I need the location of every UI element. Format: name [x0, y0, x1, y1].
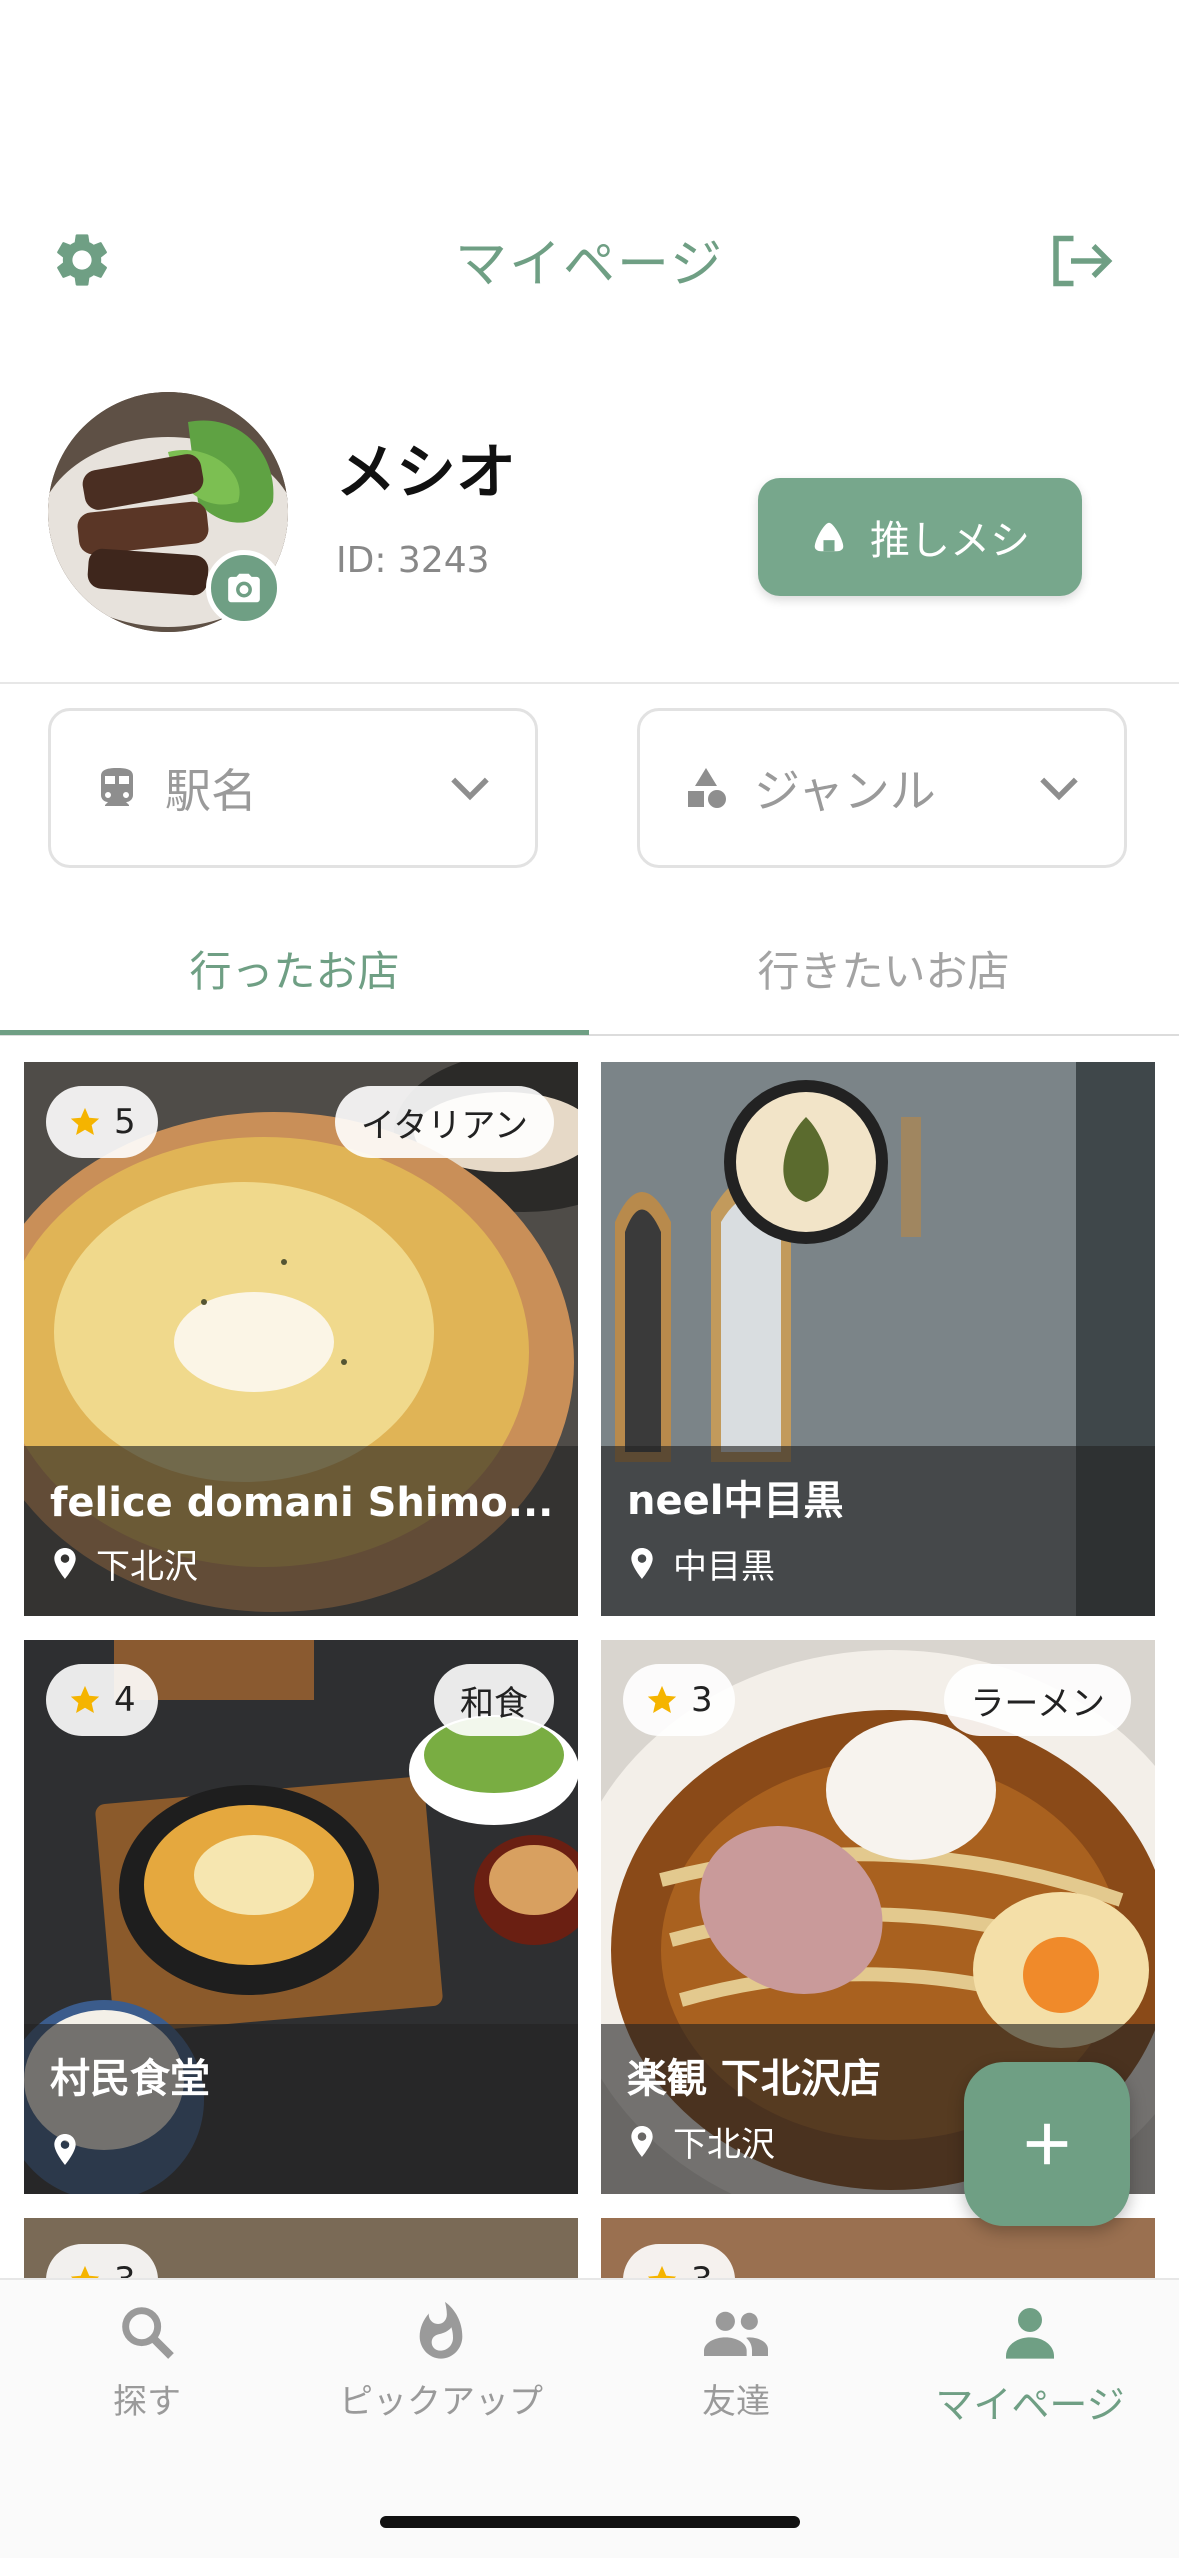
add-restaurant-button[interactable] — [964, 2062, 1130, 2226]
nav-label: 探す — [113, 2382, 181, 2422]
restaurant-card[interactable]: 5 イタリアン felice domani Shimo... 下北沢 — [24, 1062, 578, 1616]
rating-badge: 3 — [46, 2244, 158, 2278]
location-pin-icon — [631, 2125, 653, 2157]
rating-value: 3 — [114, 2260, 136, 2278]
search-icon — [122, 2307, 174, 2359]
page-title: マイページ — [455, 235, 724, 295]
station-filter-label: 駅名 — [165, 764, 257, 818]
restaurant-location — [52, 2134, 96, 2166]
onigiri-icon — [814, 522, 844, 552]
star-icon — [70, 1685, 100, 1714]
user-id: ID: 3243 — [336, 540, 490, 581]
restaurant-card[interactable]: 4 和食 村民食堂 — [24, 1640, 578, 2194]
camera-icon — [228, 573, 260, 603]
train-icon — [101, 768, 133, 806]
station-filter-select[interactable]: 駅名 — [48, 708, 538, 868]
genre-badge: ラーメン — [944, 1664, 1131, 1736]
user-name: メシオ — [336, 438, 516, 508]
change-photo-button[interactable] — [206, 550, 282, 626]
star-icon — [647, 2265, 677, 2278]
star-icon — [647, 1685, 677, 1714]
restaurant-name: 村民食堂 — [50, 2056, 210, 2102]
rating-badge: 3 — [623, 1664, 735, 1736]
restaurant-card[interactable]: neel中目黒 中目黒 — [601, 1062, 1155, 1616]
home-indicator — [380, 2516, 800, 2528]
shapes-icon — [688, 768, 726, 808]
oshi-meshi-button[interactable]: 推しメシ — [758, 478, 1082, 596]
nav-item-mypage[interactable]: マイページ — [883, 2300, 1177, 2429]
rating-value: 3 — [691, 1680, 713, 1720]
rating-value: 3 — [691, 2260, 713, 2278]
genre-badge: イタリアン — [334, 1086, 554, 1158]
genre-filter-select[interactable]: ジャンル — [637, 708, 1127, 868]
nav-label: ピックアップ — [339, 2382, 543, 2422]
flame-icon — [419, 2301, 463, 2359]
nav-item-pickup[interactable]: ピックアップ — [294, 2300, 588, 2423]
restaurant-location: 下北沢 — [629, 2117, 775, 2166]
logout-icon[interactable] — [1046, 230, 1116, 292]
restaurant-location: 中目黒 — [629, 1539, 775, 1588]
nav-item-friends[interactable]: 友達 — [589, 2300, 883, 2423]
genre-badge: 和食 — [434, 1664, 554, 1736]
nav-label: マイページ — [935, 2383, 1125, 2427]
person-icon — [1006, 2308, 1054, 2359]
rating-badge: 5 — [46, 1086, 158, 1158]
nav-label: 友達 — [702, 2382, 770, 2422]
plus-icon — [1026, 2123, 1068, 2165]
location-pin-icon — [631, 1547, 653, 1579]
location-pin-icon — [54, 1547, 76, 1579]
restaurant-name: 楽観 下北沢店 — [627, 2056, 881, 2102]
oshi-meshi-label: 推しメシ — [870, 518, 1030, 564]
restaurant-card[interactable]: 3 — [24, 2218, 578, 2278]
active-tab-indicator — [0, 1030, 589, 1035]
rating-value: 4 — [114, 1680, 136, 1720]
rating-badge: 4 — [46, 1664, 158, 1736]
star-icon — [70, 1107, 100, 1136]
location-pin-icon — [54, 2134, 76, 2165]
restaurant-name: neel中目黒 — [627, 1478, 844, 1524]
tab-want-to-visit[interactable]: 行きたいお店 — [589, 938, 1178, 999]
restaurant-name: felice domani Shimo... — [50, 1480, 550, 1526]
restaurant-card[interactable]: 3 — [601, 2218, 1155, 2278]
people-icon — [704, 2311, 768, 2356]
card-caption-overlay — [24, 1446, 578, 1616]
location-text: 下北沢 — [673, 2125, 775, 2165]
restaurant-location: 下北沢 — [52, 1539, 198, 1588]
chevron-down-icon — [1040, 777, 1078, 801]
rating-badge: 3 — [623, 2244, 735, 2278]
tab-visited[interactable]: 行ったお店 — [0, 938, 589, 999]
location-text: 中目黒 — [673, 1547, 775, 1587]
genre-filter-label: ジャンル — [754, 764, 936, 818]
location-text: 下北沢 — [96, 1547, 198, 1587]
nav-item-search[interactable]: 探す — [0, 2300, 294, 2423]
divider — [0, 682, 1179, 684]
rating-value: 5 — [114, 1102, 136, 1142]
chevron-down-icon — [451, 777, 489, 801]
star-icon — [70, 2265, 100, 2278]
